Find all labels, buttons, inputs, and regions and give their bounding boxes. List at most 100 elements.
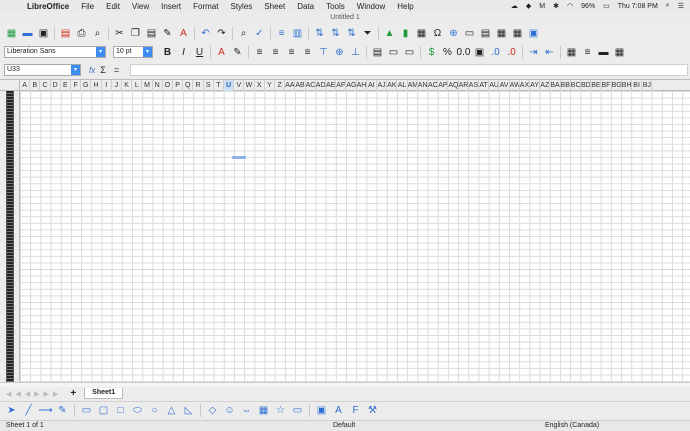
column-header-ai[interactable]: AI: [367, 80, 377, 91]
formula-input[interactable]: [130, 64, 688, 76]
wrap-text-icon[interactable]: ▤: [370, 45, 385, 60]
menu-view[interactable]: View: [132, 2, 149, 11]
redo-icon[interactable]: ↷: [214, 26, 229, 41]
symbol-shapes-icon[interactable]: ☺: [222, 403, 237, 418]
sum-icon[interactable]: Σ: [100, 65, 106, 75]
insert-image-icon[interactable]: ▲: [382, 26, 397, 41]
column-header-bg[interactable]: BG: [612, 80, 622, 91]
column-header-at[interactable]: AT: [479, 80, 490, 91]
special-character-icon[interactable]: Ω: [430, 26, 445, 41]
increase-indent-icon[interactable]: ⇥: [526, 45, 541, 60]
chevron-down-icon[interactable]: ▾: [143, 47, 152, 57]
skype-icon[interactable]: ☁: [511, 2, 518, 10]
column-header-j[interactable]: J: [112, 80, 122, 91]
menubar-clock[interactable]: Thu 7:08 PM: [618, 3, 658, 10]
text-box-icon[interactable]: ▣: [314, 403, 329, 418]
ellipse-icon[interactable]: ⬭: [130, 403, 145, 418]
column-header-f[interactable]: F: [71, 80, 82, 91]
delete-decimal-icon[interactable]: .0: [504, 45, 519, 60]
menu-format[interactable]: Format: [193, 2, 218, 11]
center-vertically-icon[interactable]: ⊕: [332, 45, 347, 60]
line-arrow-icon[interactable]: ⟶: [38, 403, 53, 418]
battery-icon[interactable]: ▭: [603, 2, 610, 10]
column-header-p[interactable]: P: [173, 80, 184, 91]
stars-icon[interactable]: ☆: [273, 403, 288, 418]
justify-icon[interactable]: ≡: [300, 45, 315, 60]
cell-area[interactable]: [20, 91, 690, 382]
open-folder-icon[interactable]: ▬: [20, 26, 35, 41]
rounded-rectangle-icon[interactable]: ▢: [96, 403, 111, 418]
column-header-av[interactable]: AV: [499, 80, 510, 91]
menu-help[interactable]: Help: [397, 2, 413, 11]
row-icon[interactable]: ≡: [274, 26, 289, 41]
paste-icon[interactable]: ▤: [144, 26, 159, 41]
border-style-icon[interactable]: ≡: [580, 45, 595, 60]
column-header-be[interactable]: BE: [591, 80, 602, 91]
column-header-ah[interactable]: AH: [357, 80, 367, 91]
pivot-table-icon[interactable]: ▦: [414, 26, 429, 41]
column-header-ae[interactable]: AE: [326, 80, 337, 91]
number-format-icon[interactable]: 0.0: [456, 45, 471, 60]
curve-icon[interactable]: ✎: [55, 403, 70, 418]
add-sheet-button[interactable]: +: [70, 388, 76, 399]
fontwork-icon[interactable]: F: [348, 403, 363, 418]
font-color-icon[interactable]: A: [214, 45, 229, 60]
gmail-icon[interactable]: M: [539, 3, 545, 10]
column-header-l[interactable]: L: [132, 80, 143, 91]
column-header-ax[interactable]: AX: [520, 80, 530, 91]
select-all-corner[interactable]: [0, 80, 20, 91]
column-header-aj[interactable]: AJ: [377, 80, 388, 91]
triangle-icon[interactable]: △: [164, 403, 179, 418]
align-right-icon[interactable]: ≡: [284, 45, 299, 60]
column-header-q[interactable]: Q: [183, 80, 194, 91]
right-triangle-icon[interactable]: ◺: [181, 403, 196, 418]
column-header-bj[interactable]: BJ: [642, 80, 653, 91]
column-header-c[interactable]: C: [40, 80, 51, 91]
percent-format-icon[interactable]: %: [440, 45, 455, 60]
column-header-x[interactable]: X: [255, 80, 265, 91]
menu-tools[interactable]: Tools: [326, 2, 345, 11]
hyperlink-icon[interactable]: ⊕: [446, 26, 461, 41]
tab-sheet1[interactable]: Sheet1: [84, 388, 124, 399]
rectangle-icon[interactable]: ▭: [79, 403, 94, 418]
add-decimal-icon[interactable]: .0: [488, 45, 503, 60]
column-header-w[interactable]: W: [244, 80, 255, 91]
column-header-a[interactable]: A: [20, 80, 31, 91]
unmerge-cells-icon[interactable]: ▭: [402, 45, 417, 60]
column-header-ao[interactable]: AO: [428, 80, 439, 91]
column-header-e[interactable]: E: [61, 80, 71, 91]
comment-icon[interactable]: ▭: [462, 26, 477, 41]
export-pdf-icon[interactable]: ▤: [58, 26, 73, 41]
notification-center-icon[interactable]: ☰: [678, 2, 684, 10]
column-header-ad[interactable]: AD: [316, 80, 326, 91]
highlight-color-icon[interactable]: ✎: [230, 45, 245, 60]
decrease-indent-icon[interactable]: ⇤: [542, 45, 557, 60]
column-header-bd[interactable]: BD: [581, 80, 592, 91]
column-header-az[interactable]: AZ: [540, 80, 551, 91]
column-header-af[interactable]: AF: [336, 80, 347, 91]
column-header-k[interactable]: K: [122, 80, 133, 91]
column-icon[interactable]: ▥: [290, 26, 305, 41]
chevron-down-icon[interactable]: ▾: [96, 47, 105, 57]
menu-app-name[interactable]: LibreOffice: [27, 2, 69, 11]
active-cell-cursor[interactable]: [232, 156, 246, 159]
column-header-m[interactable]: M: [142, 80, 153, 91]
save-icon[interactable]: ▣: [36, 26, 51, 41]
sheet-navigation-arrows[interactable]: ◀◀◀▶▶▶: [6, 390, 62, 398]
spelling-icon[interactable]: ✓: [252, 26, 267, 41]
underline-icon[interactable]: U: [192, 45, 207, 60]
column-header-ar[interactable]: AR: [459, 80, 469, 91]
headers-footers-icon[interactable]: ▤: [478, 26, 493, 41]
column-header-g[interactable]: G: [81, 80, 92, 91]
define-print-area-icon[interactable]: ▦: [494, 26, 509, 41]
sort-descending-icon[interactable]: ⇅: [344, 26, 359, 41]
column-header-bb[interactable]: BB: [561, 80, 571, 91]
formula-icon[interactable]: =: [114, 65, 119, 75]
name-box[interactable]: U33 ▾: [4, 64, 81, 76]
font-size-box[interactable]: 10 pt ▾: [113, 46, 153, 58]
select-arrow-icon[interactable]: ➤: [4, 403, 19, 418]
circle-icon[interactable]: ○: [147, 403, 162, 418]
column-header-i[interactable]: I: [102, 80, 112, 91]
find-replace-icon[interactable]: ⌕: [236, 26, 251, 41]
column-header-n[interactable]: N: [153, 80, 163, 91]
